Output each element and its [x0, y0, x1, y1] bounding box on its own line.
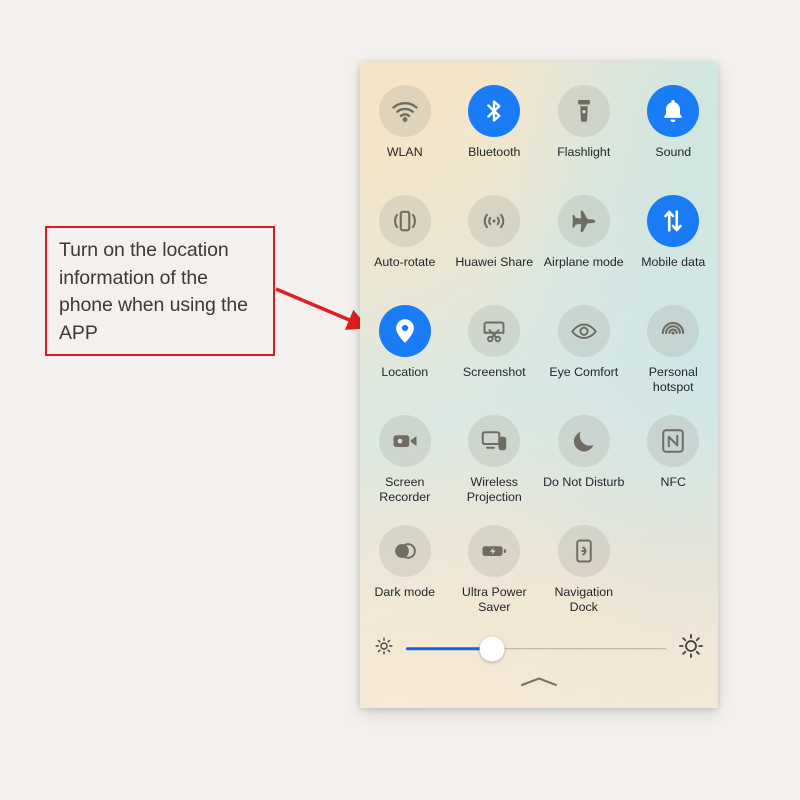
quick-tile-navigation-dock[interactable]: Navigation Dock	[539, 525, 629, 623]
dark-mode-circles-icon[interactable]	[378, 525, 431, 577]
annotation-callout: Turn on the location information of the …	[45, 226, 275, 356]
hotspot-icon[interactable]	[647, 305, 700, 357]
brightness-slider-row	[360, 633, 718, 664]
quick-tile-mobile-data[interactable]: Mobile data	[629, 195, 719, 293]
quick-tile-label: Ultra Power Saver	[461, 585, 527, 615]
chevron-up-icon[interactable]	[519, 675, 559, 694]
quick-tile-auto-rotate[interactable]: Auto-rotate	[360, 195, 450, 293]
quick-tile-dark-mode[interactable]: Dark mode	[360, 525, 450, 623]
bluetooth-icon[interactable]	[468, 85, 521, 137]
quick-tile-label: Auto-rotate	[374, 255, 436, 269]
quick-tile-do-not-disturb[interactable]: Do Not Disturb	[539, 415, 629, 513]
quick-tile-label: Screen Recorder	[379, 475, 431, 505]
wifi-icon[interactable]	[378, 85, 431, 137]
quick-tile-label: Airplane mode	[543, 255, 624, 269]
navigation-dock-icon[interactable]	[557, 525, 610, 577]
quick-tile-label: Sound	[655, 145, 692, 159]
brightness-thumb[interactable]	[479, 636, 505, 661]
quick-tile-label: Wireless Projection	[466, 475, 522, 505]
quick-tile-label: Navigation Dock	[554, 585, 614, 615]
eye-icon[interactable]	[557, 305, 610, 357]
quick-tile-label: Personal hotspot	[648, 365, 698, 395]
brightness-track[interactable]	[406, 636, 666, 661]
quick-tile-label: Dark mode	[374, 585, 436, 599]
quick-tile-wlan[interactable]: WLAN	[360, 85, 450, 183]
huawei-share-icon[interactable]	[468, 195, 521, 247]
quick-tile-ultra-power-saver[interactable]: Ultra Power Saver	[450, 525, 540, 623]
quick-tile-screen-recorder[interactable]: Screen Recorder	[360, 415, 450, 513]
quick-tile-label: Huawei Share	[455, 255, 534, 269]
moon-icon[interactable]	[557, 415, 610, 467]
quick-tile-label: Location	[381, 365, 429, 379]
quick-tile-eye-comfort[interactable]: Eye Comfort	[539, 305, 629, 403]
quick-tile-label: NFC	[660, 475, 686, 489]
flashlight-icon[interactable]	[557, 85, 610, 137]
battery-bolt-icon[interactable]	[468, 525, 521, 577]
brightness-high-icon	[678, 633, 704, 664]
annotation-text: Turn on the location information of the …	[59, 239, 248, 345]
airplane-icon[interactable]	[557, 195, 610, 247]
brightness-low-icon	[374, 636, 394, 661]
quick-tile-label: Mobile data	[641, 255, 706, 269]
cast-screen-icon[interactable]	[468, 415, 521, 467]
quick-settings-grid: WLAN Bluetooth Flashlight Sound Auto-rotate H…	[360, 85, 718, 623]
quick-tile-flashlight[interactable]: Flashlight	[539, 85, 629, 183]
quick-tile-label: WLAN	[386, 145, 423, 159]
quick-tile-nfc[interactable]: NFC	[629, 415, 719, 513]
quick-tile-label: Bluetooth	[468, 145, 521, 159]
quick-tile-label: Screenshot	[462, 365, 526, 379]
bell-icon[interactable]	[647, 85, 700, 137]
quick-settings-panel: WLAN Bluetooth Flashlight Sound Auto-rotate H…	[360, 62, 718, 708]
quick-tile-wireless-projection[interactable]: Wireless Projection	[450, 415, 540, 513]
quick-tile-screenshot[interactable]: Screenshot	[450, 305, 540, 403]
quick-tile-label: Eye Comfort	[549, 365, 619, 379]
quick-tile-sound[interactable]: Sound	[629, 85, 719, 183]
mobile-data-arrows-icon[interactable]	[647, 195, 700, 247]
quick-tile-label: Flashlight	[557, 145, 611, 159]
quick-tile-personal-hotspot[interactable]: Personal hotspot	[629, 305, 719, 403]
quick-tile-bluetooth[interactable]: Bluetooth	[450, 85, 540, 183]
quick-tile-label: Do Not Disturb	[543, 475, 625, 489]
quick-tile-huawei-share[interactable]: Huawei Share	[450, 195, 540, 293]
location-pin-icon[interactable]	[378, 305, 431, 357]
video-camera-icon[interactable]	[378, 415, 431, 467]
auto-rotate-icon[interactable]	[378, 195, 431, 247]
screenshot-scissors-icon[interactable]	[468, 305, 521, 357]
quick-tile-airplane-mode[interactable]: Airplane mode	[539, 195, 629, 293]
quick-tile-location[interactable]: Location	[360, 305, 450, 403]
nfc-icon[interactable]	[647, 415, 700, 467]
